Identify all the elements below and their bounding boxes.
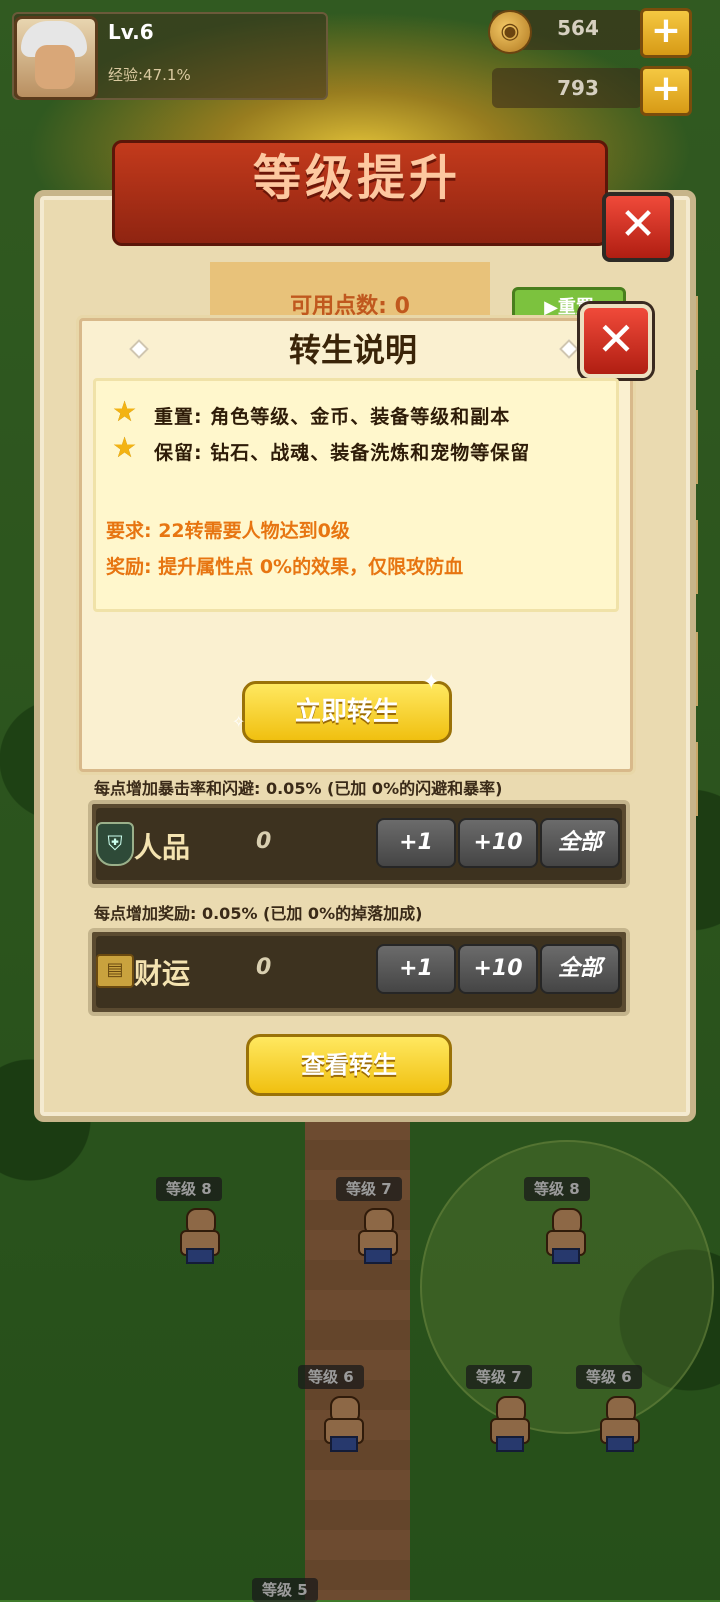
add-10-character-button[interactable]: +10 (458, 818, 538, 868)
player-exp: 经验:47.1% (108, 66, 191, 84)
stat-name-fortune: 财运 (134, 957, 191, 990)
rebirth-requirement: 要求: 22转需要人物达到0级 (106, 520, 350, 542)
add-1-character-button[interactable]: +1 (376, 818, 456, 868)
star-icon: ★ (112, 395, 138, 428)
shield-icon: ⛨ (96, 822, 134, 866)
keep-info-line: 保留: 钻石、战魂、装备洗炼和宠物等保留 (154, 442, 531, 464)
available-points-label: 可用点数: 0 (210, 262, 490, 322)
view-rebirth-button[interactable]: 查看转生 (246, 1034, 452, 1096)
treasure-chest-icon: ▤ (96, 954, 134, 988)
reset-info-line: 重置: 角色等级、金币、装备等级和副本 (154, 406, 511, 428)
rebirth-now-button[interactable]: 立即转生 (242, 681, 452, 743)
add-all-fortune-button[interactable]: 全部 (540, 944, 620, 994)
rebirth-dialog-title: 转生说明 (288, 331, 417, 369)
coin-count: 564 (557, 16, 599, 40)
close-level-up-button[interactable]: ✕ (602, 192, 674, 262)
star-icon: ★ (112, 431, 138, 464)
add-all-character-button[interactable]: 全部 (540, 818, 620, 868)
sparkle-icon: ✧ (232, 712, 246, 731)
add-coins-button[interactable]: + (640, 8, 692, 58)
player-avatar[interactable] (14, 16, 98, 100)
gem-count: 793 (557, 76, 599, 100)
add-gems-button[interactable]: + (640, 66, 692, 116)
stat-name-character: 人品 (134, 831, 191, 864)
level-up-title: 等级提升 (252, 150, 461, 206)
fortune-description: 每点增加奖励: 0.05% (已加 0%的掉落加成) (94, 904, 423, 923)
sparkle-icon: ✦ (422, 670, 441, 695)
player-level: Lv.6 (108, 20, 154, 44)
rebirth-reward: 奖励: 提升属性点 0%的效果，仅限攻防血 (106, 556, 464, 578)
luck-description: 每点增加暴击率和闪避: 0.05% (已加 0%的闪避和暴率) (94, 779, 503, 798)
close-rebirth-dialog-button[interactable]: ✕ (580, 304, 652, 378)
add-1-fortune-button[interactable]: +1 (376, 944, 456, 994)
add-10-fortune-button[interactable]: +10 (458, 944, 538, 994)
stat-value-character: 0 (256, 829, 272, 854)
stat-value-fortune: 0 (256, 955, 272, 980)
